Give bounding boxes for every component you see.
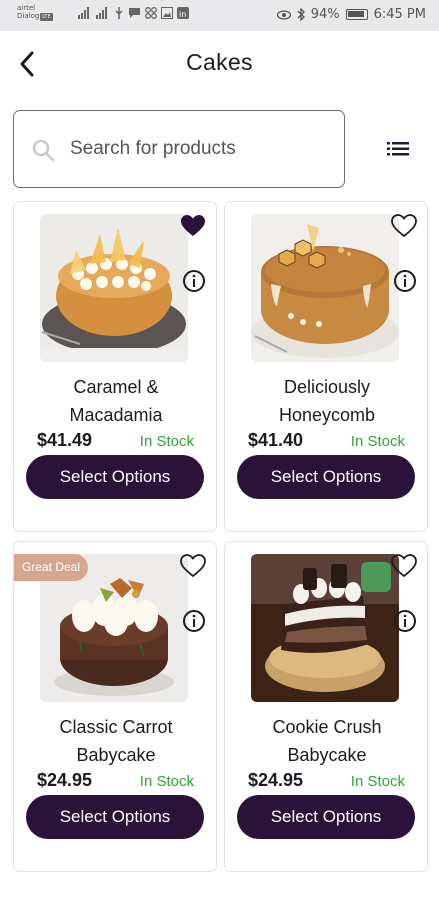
product-name-line1: Caramel & <box>73 377 159 397</box>
product-image[interactable] <box>40 214 188 362</box>
product-name-line2: Macadamia <box>69 405 163 425</box>
system-status: 94% 6:45 PM <box>276 7 426 22</box>
product-name: Classic Carrot Babycake <box>18 713 214 769</box>
product-card[interactable]: Caramel & Macadamia $41.49 In Stock Sele… <box>13 201 217 532</box>
product-name: Caramel & Macadamia <box>18 373 214 429</box>
stock-status: In Stock <box>350 773 405 790</box>
stock-status: In Stock <box>139 433 194 450</box>
stock-status: In Stock <box>139 773 194 790</box>
info-button[interactable] <box>393 609 417 633</box>
product-card[interactable]: Great Deal Classic Carrot Babycake $24.9… <box>13 541 217 872</box>
carrier-name-secondary: Dialog <box>17 12 40 20</box>
product-price: $41.49 <box>37 430 93 450</box>
network-type-badge: LTE <box>40 13 53 21</box>
page-title: Cakes <box>186 49 253 75</box>
battery-percentage: 94% <box>310 7 340 22</box>
status-bar: airtel Dialog LTE in 94% 6:45 PM <box>0 0 439 31</box>
favorite-button[interactable] <box>180 214 206 238</box>
product-price: $24.95 <box>248 770 304 790</box>
favorite-button[interactable] <box>391 214 417 238</box>
stock-status: In Stock <box>350 433 405 450</box>
heart-icon <box>391 554 417 578</box>
product-image[interactable] <box>251 554 399 702</box>
product-name-line1: Classic Carrot <box>59 717 173 737</box>
info-button[interactable] <box>182 609 206 633</box>
product-price: $24.95 <box>37 770 93 790</box>
heart-icon <box>181 215 205 236</box>
info-button[interactable] <box>182 269 206 293</box>
grid-icon <box>145 7 157 19</box>
list-icon <box>387 142 409 156</box>
battery-icon <box>345 9 368 20</box>
favorite-button[interactable] <box>391 554 417 578</box>
info-icon <box>394 270 416 292</box>
eye-icon <box>276 9 291 20</box>
search-icon <box>32 139 55 162</box>
product-name: Deliciously Honeycomb <box>229 373 425 429</box>
signal-2-icon <box>96 7 107 19</box>
select-options-button[interactable]: Select Options <box>237 795 415 839</box>
carrier-info: airtel Dialog LTE <box>17 4 53 21</box>
product-name-line2: Honeycomb <box>278 405 376 425</box>
usb-icon <box>115 7 123 19</box>
signal-icon <box>78 7 89 19</box>
info-button[interactable] <box>393 269 417 293</box>
message-icon <box>129 8 140 18</box>
product-name-line2: Babycake <box>287 745 367 765</box>
search-input[interactable] <box>70 133 330 165</box>
cake-image <box>251 554 399 702</box>
select-options-button[interactable]: Select Options <box>26 455 204 499</box>
image-icon <box>161 7 173 19</box>
notification-icons: in <box>78 7 189 19</box>
heart-icon <box>391 214 417 238</box>
deal-badge: Great Deal <box>14 554 89 581</box>
info-icon <box>183 610 205 632</box>
product-name-line1: Deliciously <box>283 377 371 397</box>
product-name: Cookie Crush Babycake <box>229 713 425 769</box>
select-options-button[interactable]: Select Options <box>237 455 415 499</box>
clock: 6:45 PM <box>373 7 426 22</box>
cake-image <box>40 214 188 362</box>
heart-icon <box>180 554 206 578</box>
linkedin-icon: in <box>177 7 189 19</box>
svg-text:in: in <box>179 10 186 19</box>
info-icon <box>394 610 416 632</box>
carrier-name-primary: airtel <box>17 4 36 12</box>
search-bar[interactable] <box>13 110 345 188</box>
cake-image <box>251 214 399 362</box>
list-view-button[interactable] <box>384 138 412 160</box>
info-icon <box>183 270 205 292</box>
product-card[interactable]: Cookie Crush Babycake $24.95 In Stock Se… <box>224 541 428 872</box>
favorite-button[interactable] <box>180 554 206 578</box>
product-price: $41.40 <box>248 430 304 450</box>
bluetooth-icon <box>297 8 305 21</box>
select-options-button[interactable]: Select Options <box>26 795 204 839</box>
product-name-line2: Babycake <box>76 745 156 765</box>
product-card[interactable]: Deliciously Honeycomb $41.40 In Stock Se… <box>224 201 428 532</box>
product-image[interactable] <box>251 214 399 362</box>
product-name-line1: Cookie Crush <box>272 717 382 737</box>
